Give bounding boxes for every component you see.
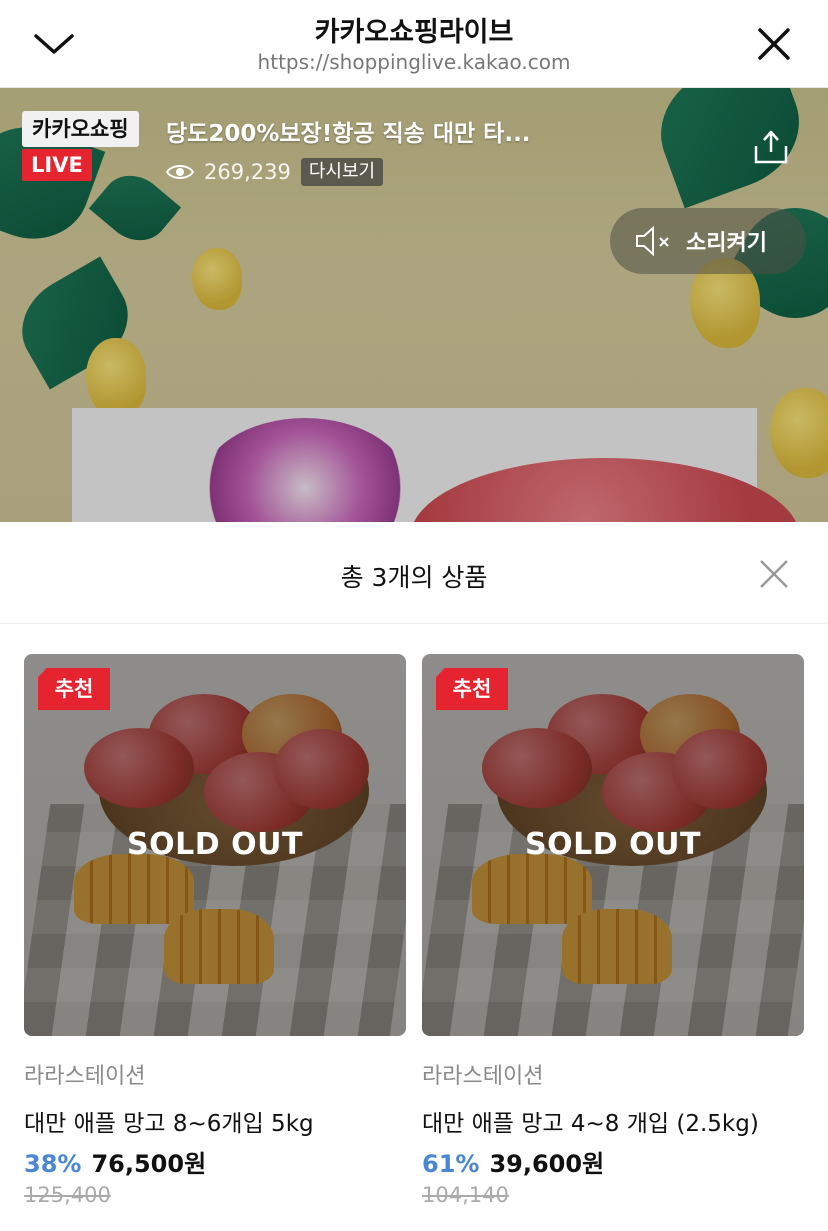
mute-icon xyxy=(636,225,669,257)
original-price: 104,140 xyxy=(422,1183,509,1207)
view-count: 269,239 xyxy=(204,160,291,184)
page-title: 카카오쇼핑라이브 xyxy=(314,17,514,48)
browser-header: 카카오쇼핑라이브 https://shoppinglive.kakao.com xyxy=(0,0,828,88)
page-url: https://shoppinglive.kakao.com xyxy=(257,50,571,74)
close-icon[interactable] xyxy=(752,22,796,66)
eye-icon xyxy=(166,165,194,179)
product-card[interactable]: 추천 SOLD OUT 라라스테이션 대만 애플 망고 8~6개입 5kg 38… xyxy=(24,654,406,1207)
channel-badge: 카카오쇼핑 xyxy=(22,111,139,147)
product-name[interactable]: 대만 애플 망고 4~8 개입 (2.5kg) xyxy=(422,1104,804,1138)
price-row: 38% 76,500원 xyxy=(24,1144,406,1179)
original-price: 125,400 xyxy=(24,1183,111,1207)
live-video-player[interactable]: 카카오쇼핑 LIVE 당도200%보장!항공 직송 대만 타... 269,23… xyxy=(0,88,828,522)
sold-out-label: SOLD OUT xyxy=(127,827,303,862)
price-row: 61% 39,600원 xyxy=(422,1144,804,1179)
discount-rate: 38% xyxy=(24,1150,82,1178)
product-sheet-header: 총 3개의 상품 xyxy=(0,522,828,624)
recommend-badge: 추천 xyxy=(436,668,508,710)
sound-on-button[interactable]: 소리켜기 xyxy=(610,208,806,274)
view-stats: 269,239 다시보기 xyxy=(166,158,384,186)
seller-name: 라라스테이션 xyxy=(24,1064,146,1089)
product-card[interactable]: 추천 SOLD OUT 라라스테이션 대만 애플 망고 4~8 개입 (2.5k… xyxy=(422,654,804,1207)
close-icon[interactable] xyxy=(758,558,790,590)
product-count-title: 총 3개의 상품 xyxy=(340,563,488,592)
replay-badge: 다시보기 xyxy=(300,158,384,186)
sold-out-label: SOLD OUT xyxy=(525,827,701,862)
sale-price: 76,500원 xyxy=(91,1150,207,1178)
sale-price: 39,600원 xyxy=(489,1150,605,1178)
product-image[interactable]: 추천 SOLD OUT xyxy=(24,654,406,1036)
recommend-badge: 추천 xyxy=(38,668,110,710)
discount-rate: 61% xyxy=(422,1150,480,1178)
live-badge: LIVE xyxy=(22,149,92,181)
video-title[interactable]: 당도200%보장!항공 직송 대만 타... xyxy=(166,114,566,148)
seller-name: 라라스테이션 xyxy=(422,1064,544,1089)
product-image[interactable]: 추천 SOLD OUT xyxy=(422,654,804,1036)
product-name[interactable]: 대만 애플 망고 8~6개입 5kg xyxy=(24,1104,406,1138)
sound-on-label: 소리켜기 xyxy=(686,231,767,256)
share-icon[interactable] xyxy=(750,124,792,168)
